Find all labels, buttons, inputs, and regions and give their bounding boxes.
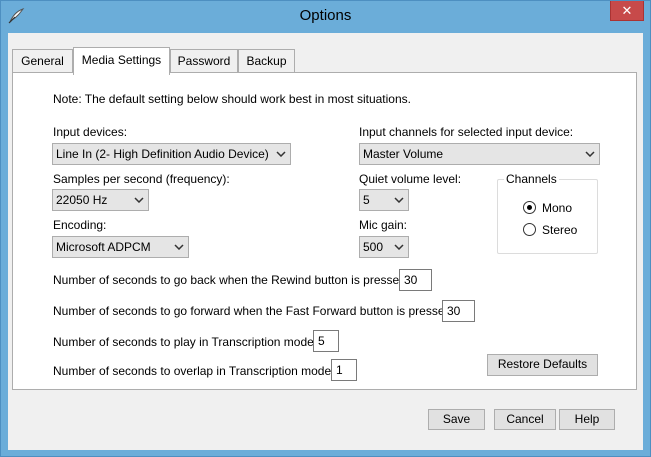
overlap-seconds-input[interactable]: 1: [331, 359, 357, 381]
tab-general[interactable]: General: [12, 49, 73, 73]
chevron-down-icon: [173, 237, 185, 257]
chevron-down-icon: [393, 237, 405, 257]
chevron-down-icon: [133, 190, 145, 210]
chevron-down-icon: [393, 190, 405, 210]
encoding-label: Encoding:: [53, 218, 107, 232]
restore-defaults-button[interactable]: Restore Defaults: [487, 354, 598, 376]
channels-title: Channels: [504, 172, 559, 186]
rewind-seconds-input[interactable]: 30: [399, 269, 432, 291]
cancel-button[interactable]: Cancel: [494, 409, 556, 430]
input-devices-value: Line In (2- High Definition Audio Device…: [56, 147, 269, 161]
mono-label[interactable]: Mono: [542, 201, 572, 215]
samples-select[interactable]: 22050 Hz: [52, 189, 149, 211]
mono-radio[interactable]: [523, 201, 536, 214]
input-devices-label: Input devices:: [53, 125, 128, 139]
chevron-down-icon: [584, 144, 596, 164]
samples-label: Samples per second (frequency):: [53, 172, 230, 186]
close-icon: ✕: [621, 3, 633, 18]
fast-forward-label: Number of seconds to go forward when the…: [53, 304, 455, 318]
rewind-label: Number of seconds to go back when the Re…: [53, 273, 410, 287]
tab-backup[interactable]: Backup: [238, 49, 295, 73]
help-button[interactable]: Help: [559, 409, 615, 430]
tab-media-settings[interactable]: Media Settings: [73, 47, 170, 75]
media-settings-panel: Note: The default setting below should w…: [12, 72, 637, 390]
quiet-volume-select[interactable]: 5: [359, 189, 409, 211]
title-bar[interactable]: Options ✕: [1, 1, 650, 33]
mic-gain-select[interactable]: 500: [359, 236, 409, 258]
chevron-down-icon: [275, 144, 287, 164]
tab-password[interactable]: Password: [170, 49, 238, 73]
note-text: Note: The default setting below should w…: [53, 92, 411, 106]
play-seconds-input[interactable]: 5: [313, 330, 339, 352]
close-button[interactable]: ✕: [610, 1, 644, 21]
overlap-seconds-label: Number of seconds to overlap in Transcri…: [53, 364, 335, 378]
stereo-label[interactable]: Stereo: [542, 223, 577, 237]
stereo-radio[interactable]: [523, 223, 536, 236]
mic-gain-value: 500: [363, 240, 384, 254]
play-seconds-label: Number of seconds to play in Transcripti…: [53, 335, 318, 349]
input-channels-value: Master Volume: [363, 147, 444, 161]
fast-forward-seconds-input[interactable]: 30: [442, 300, 475, 322]
mic-gain-label: Mic gain:: [359, 218, 408, 232]
save-button[interactable]: Save: [428, 409, 485, 430]
samples-value: 22050 Hz: [56, 193, 108, 207]
input-channels-select[interactable]: Master Volume: [359, 143, 600, 165]
encoding-select[interactable]: Microsoft ADPCM: [52, 236, 189, 258]
dialog-client-area: General Media Settings Password Backup N…: [8, 33, 643, 450]
quiet-volume-value: 5: [363, 193, 370, 207]
input-channels-label: Input channels for selected input device…: [359, 125, 574, 139]
options-window: Options ✕ General Media Settings Passwor…: [0, 0, 651, 457]
input-devices-select[interactable]: Line In (2- High Definition Audio Device…: [52, 143, 291, 165]
window-title: Options: [299, 7, 352, 24]
quiet-volume-label: Quiet volume level:: [359, 172, 462, 186]
encoding-value: Microsoft ADPCM: [56, 240, 151, 254]
channels-groupbox: Channels Mono Stereo: [497, 172, 598, 254]
